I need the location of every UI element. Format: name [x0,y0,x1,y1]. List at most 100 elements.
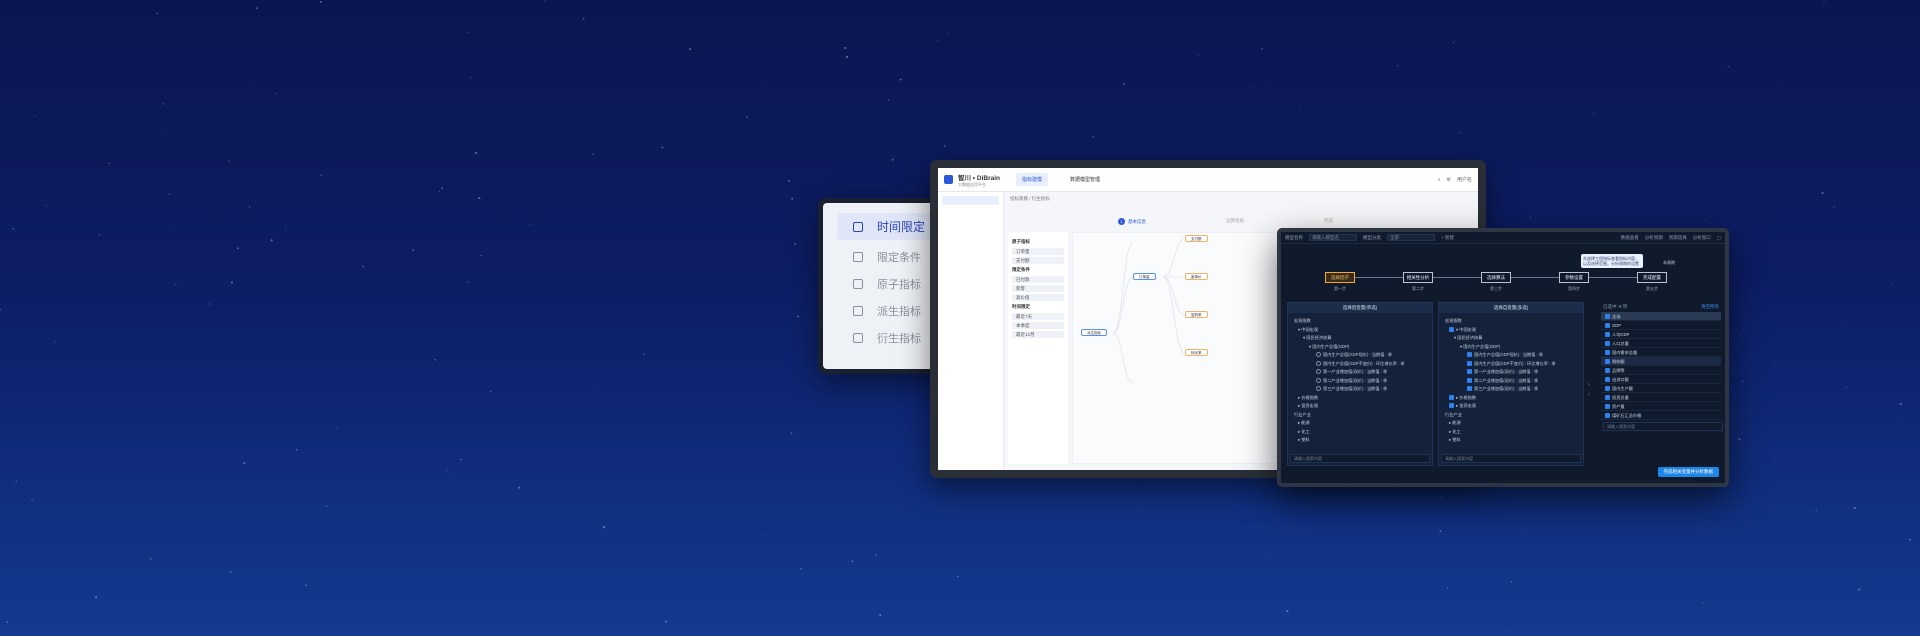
indicator-chip[interactable]: 高价值 [1012,294,1064,301]
tree-node[interactable]: ▸ 投资宏观 [1445,402,1577,411]
step-logic[interactable]: 运算逻辑 [1226,218,1244,225]
tree-node[interactable]: 行业产业 [1445,411,1577,420]
window-select[interactable]: 分析窗口 [1693,235,1711,241]
tree-node[interactable]: 第二产业增加值(现价) : 当期值 : 季 [1294,377,1426,386]
tree-node[interactable]: ▸ 能源 [1294,419,1426,428]
checkbox-checked-icon[interactable] [1449,403,1454,409]
tree-node[interactable]: 行业产业 [1294,411,1426,420]
indicator-chip[interactable]: 新客 [1012,285,1064,292]
close-icon[interactable]: ▢ [1717,235,1721,241]
data-view-button[interactable]: 数据查看 [1621,235,1639,241]
checkbox-checked-icon[interactable] [1605,394,1610,400]
lineage-node[interactable]: 派生指标 [1081,329,1107,336]
tree-node[interactable]: 第一产业增加值(现价) : 当期值 : 季 [1294,368,1426,377]
model-name-input[interactable]: 请输入模型名 [1309,234,1357,241]
tree-node[interactable]: 国内生产总值(GDP不变价) : 环比增长率 : 季 [1294,360,1426,369]
checkbox-checked-icon[interactable] [1605,313,1610,319]
radio-icon[interactable] [1316,377,1321,383]
current-period-checkbox[interactable]: 本周期 [1663,260,1675,266]
tree-node[interactable]: ▾ 国内生产总值(GDP) [1445,343,1577,352]
settings-icon[interactable]: ⚙ [1447,177,1451,183]
tree-node[interactable]: ▸ 化工 [1294,428,1426,437]
lineage-node[interactable]: 客单价 [1185,273,1208,280]
checkbox-checked-icon[interactable] [1605,376,1610,382]
lineage-node[interactable]: 支付额 [1185,235,1208,242]
radio-icon[interactable] [1316,360,1321,366]
new-button[interactable]: + 新建 [1441,235,1454,241]
step-finish[interactable]: 完成 [1324,218,1333,225]
tree-node[interactable]: ▸ 能源 [1445,419,1577,428]
checkbox-checked-icon[interactable] [1449,326,1454,332]
tree-node[interactable]: ▸ 塑料 [1294,436,1426,445]
tree-node[interactable]: ▸ 价格指数 [1445,394,1577,403]
checkbox-checked-icon[interactable] [1605,403,1610,409]
nav-tab-data-model[interactable]: 数据模型管理 [1064,173,1106,186]
tree-node[interactable]: 宏观指数 [1445,317,1577,326]
flow-step-node[interactable]: 完成配置 [1637,272,1667,283]
sidebar-active-item[interactable] [942,196,999,205]
lineage-node[interactable]: 转化率 [1185,349,1208,356]
checkbox-checked-icon[interactable] [1467,386,1472,392]
tree-node[interactable]: ▾ 中国宏观 [1445,326,1577,335]
tree-node[interactable]: 第三产业增加值(现价) : 当期值 : 季 [1445,385,1577,394]
checkbox-checked-icon[interactable] [1467,352,1472,358]
indicator-chip[interactable]: 本季度 [1012,322,1064,329]
checkbox-checked-icon[interactable] [1467,377,1472,383]
move-left-icon[interactable]: ‹ [1588,390,1590,400]
checkbox-checked-icon[interactable] [1467,369,1472,375]
model-type-select[interactable]: 全部 [1387,234,1435,241]
checkbox-checked-icon[interactable] [1605,412,1610,418]
tree-node[interactable]: 第一产业增加值(现价) : 当期值 : 季 [1445,368,1577,377]
lineage-node[interactable]: 复购率 [1185,311,1208,318]
checkbox-checked-icon[interactable] [1467,360,1472,366]
checkbox-checked-icon[interactable] [1605,385,1610,391]
flow-step-node[interactable]: 参数设置 [1559,272,1589,283]
tree-node[interactable]: ▾ 国内生产总值(GDP) [1294,343,1426,352]
move-right-icon[interactable]: › [1588,380,1590,390]
tree-node[interactable]: ▸ 化工 [1445,428,1577,437]
step-basic-info[interactable]: 1 基本信息 [1118,218,1146,225]
submit-analysis-button[interactable]: 完成相关变量并分析数据 [1657,467,1719,477]
indicator-chip[interactable]: 最近7天 [1012,313,1064,320]
search-input[interactable]: 请输入搜索内容 [1441,454,1581,463]
period-label[interactable]: 分析周期 [1645,235,1663,241]
checkbox-checked-icon[interactable] [1605,331,1610,337]
checkbox-checked-icon[interactable] [1605,349,1610,355]
flow-step-node[interactable]: 选择算法 [1481,272,1511,283]
radio-icon[interactable] [1316,352,1321,358]
checkbox-checked-icon[interactable] [1605,340,1610,346]
lineage-node[interactable]: 订单量 [1133,273,1156,280]
indicator-chip[interactable]: 支付额 [1012,257,1064,264]
checkbox-checked-icon[interactable] [1605,358,1610,364]
tree-node[interactable]: ▾ 国民经济核算 [1445,334,1577,343]
selected-item[interactable]: 煤矿石汇总价格 [1601,411,1721,420]
tree-node[interactable]: 国内生产总值(GDP不变价) : 环比增长率 : 季 [1445,360,1577,369]
tree-node[interactable]: 宏观指数 [1294,317,1426,326]
checkbox-checked-icon[interactable] [1449,394,1454,400]
radio-icon[interactable] [1316,386,1321,392]
tree-node[interactable]: ▾ 中国宏观 [1294,326,1426,335]
search-icon[interactable]: ⌕ [1438,177,1441,183]
user-menu[interactable]: 用户名 [1457,176,1472,183]
indicator-chip[interactable]: 已付款 [1012,276,1064,283]
tree-node[interactable]: 第二产业增加值(现价) : 当期值 : 季 [1445,377,1577,386]
search-input[interactable]: 请输入搜索内容 [1290,454,1430,463]
checkbox-checked-icon[interactable] [1605,322,1610,328]
tree-node[interactable]: 第三产业增加值(现价) : 当期值 : 季 [1294,385,1426,394]
indicator-chip[interactable]: 订单量 [1012,248,1064,255]
tree-node[interactable]: 国内生产总值(GDP现价) : 当期值 : 季 [1445,351,1577,360]
tree-node[interactable]: 国内生产总值(GDP现价) : 当期值 : 季 [1294,351,1426,360]
clear-all-link[interactable]: 清空所有 [1701,302,1719,312]
flow-step-node[interactable]: 相关性分析 [1403,272,1433,283]
nav-tab-indicator-modeling[interactable]: 指标建模 [1016,173,1049,186]
period-select[interactable]: 周期选择 [1669,235,1687,241]
checkbox-checked-icon[interactable] [1605,367,1610,373]
tree-node[interactable]: ▸ 投资宏观 [1294,402,1426,411]
radio-icon[interactable] [1316,369,1321,375]
tree-node[interactable]: ▸ 价格指数 [1294,394,1426,403]
search-input[interactable]: 请输入搜索内容 [1603,422,1723,431]
tree-node[interactable]: ▾ 国民经济核算 [1294,334,1426,343]
indicator-chip[interactable]: 最近12月 [1012,331,1064,338]
flow-step-node[interactable]: 选择因子 [1325,272,1355,283]
tree-node[interactable]: ▸ 塑料 [1445,436,1577,445]
